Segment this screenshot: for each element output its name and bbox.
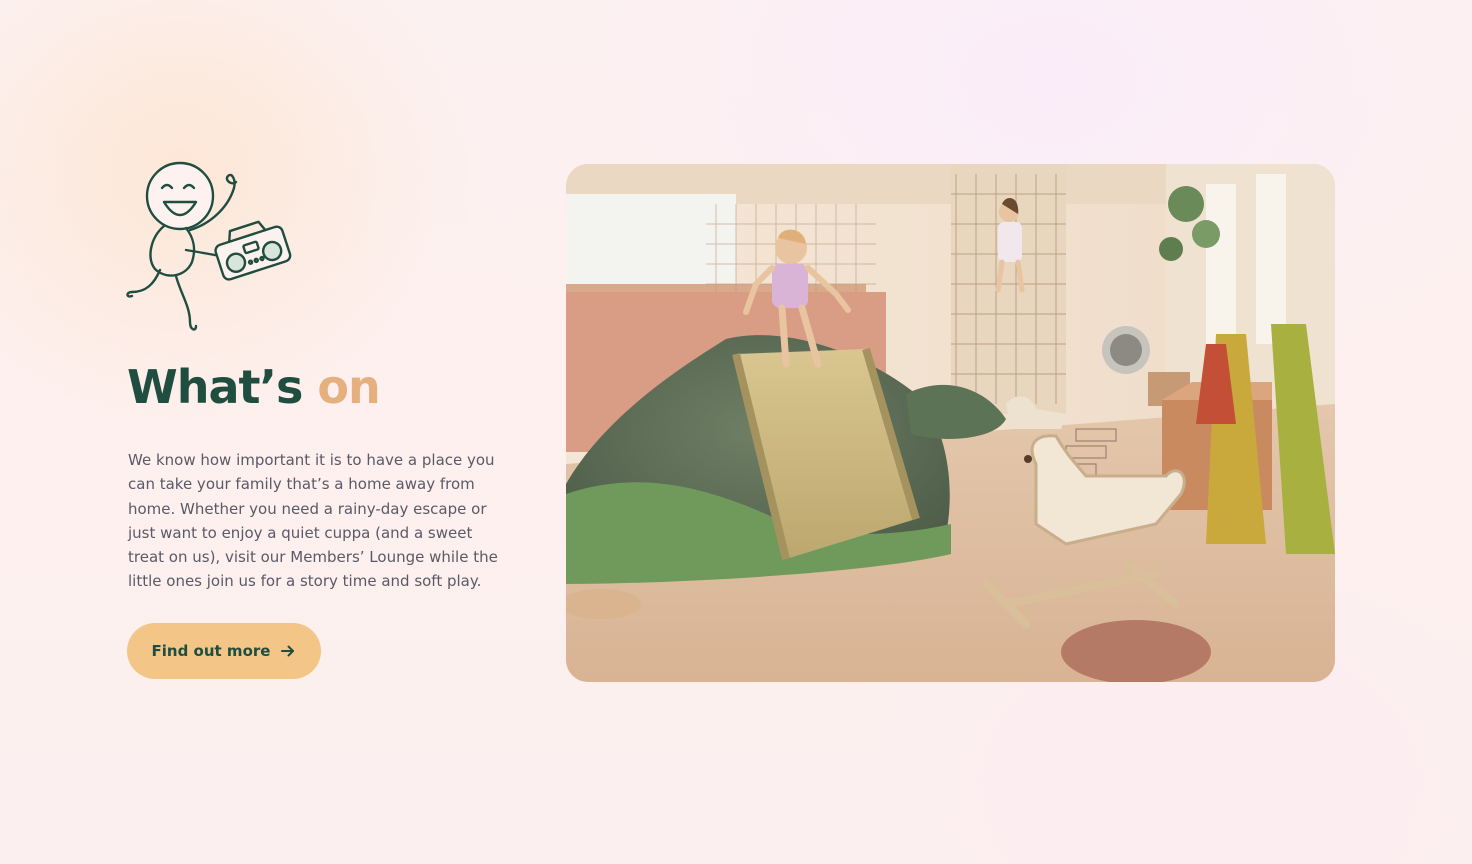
arrow-right-icon bbox=[280, 643, 296, 659]
find-out-more-button[interactable]: Find out more bbox=[127, 623, 321, 679]
find-out-more-label: Find out more bbox=[151, 642, 271, 660]
soft-play-room-photo bbox=[566, 164, 1335, 682]
section-description: We know how important it is to have a pl… bbox=[128, 451, 498, 591]
section-title-main: What’s bbox=[127, 360, 303, 414]
section-title: What’s on bbox=[127, 360, 381, 414]
mascot-illustration-icon bbox=[124, 158, 294, 338]
section-title-accent: on bbox=[317, 360, 380, 414]
